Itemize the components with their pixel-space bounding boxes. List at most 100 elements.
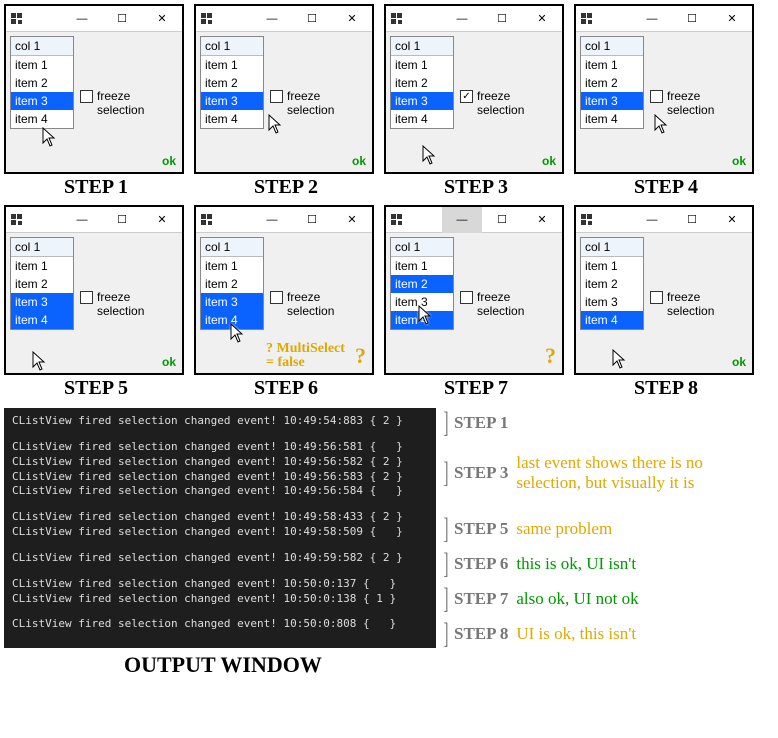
maximize-button[interactable]: ☐ (482, 207, 522, 233)
checkbox-box[interactable] (650, 291, 663, 304)
checkbox-box[interactable] (80, 291, 93, 304)
checkbox-box[interactable] (80, 90, 93, 103)
checkbox-box[interactable] (460, 291, 473, 304)
listview-item[interactable]: item 1 (11, 257, 73, 275)
maximize-button[interactable]: ☐ (292, 207, 332, 233)
listview[interactable]: col 1item 1item 2item 3item 4 (390, 36, 454, 129)
listview-item[interactable]: item 1 (581, 56, 643, 74)
terminal-line: CListView fired selection changed event!… (12, 592, 428, 607)
listview-item[interactable]: item 1 (391, 56, 453, 74)
listview-item[interactable]: item 4 (391, 110, 453, 128)
freeze-selection-checkbox[interactable]: ✓freezeselection (460, 90, 524, 118)
listview-item[interactable]: item 2 (391, 275, 453, 293)
minimize-button[interactable]: — (252, 6, 292, 32)
listview[interactable]: col 1item 1item 2item 3item 4 (10, 237, 74, 330)
listview-item[interactable]: item 2 (201, 275, 263, 293)
listview[interactable]: col 1item 1item 2item 3item 4 (10, 36, 74, 129)
window-step-7: —☐✕col 1item 1item 2item 3item 4freezese… (384, 205, 564, 375)
listview-item[interactable]: item 2 (11, 74, 73, 92)
listview-item[interactable]: item 4 (11, 311, 73, 329)
freeze-selection-checkbox[interactable]: freezeselection (650, 90, 714, 118)
listview-item[interactable]: item 2 (11, 275, 73, 293)
listview-item[interactable]: item 2 (391, 74, 453, 92)
freeze-selection-checkbox[interactable]: freezeselection (80, 291, 144, 319)
listview-header[interactable]: col 1 (11, 37, 73, 56)
listview-item[interactable]: item 4 (201, 311, 263, 329)
close-button[interactable]: ✕ (142, 207, 182, 233)
status-question: ? (355, 343, 366, 369)
minimize-button[interactable]: — (252, 207, 292, 233)
close-button[interactable]: ✕ (522, 207, 562, 233)
minimize-button[interactable]: — (442, 6, 482, 32)
listview-item[interactable]: item 3 (201, 293, 263, 311)
close-button[interactable]: ✕ (712, 207, 752, 233)
freeze-selection-checkbox[interactable]: freezeselection (460, 291, 524, 319)
listview-item[interactable]: item 4 (11, 110, 73, 128)
listview-item[interactable]: item 3 (201, 92, 263, 110)
listview-item[interactable]: item 3 (391, 92, 453, 110)
listview-item[interactable]: item 1 (201, 257, 263, 275)
checkbox-box[interactable]: ✓ (460, 90, 473, 103)
listview-item[interactable]: item 1 (581, 257, 643, 275)
listview-item[interactable]: item 2 (581, 74, 643, 92)
freeze-selection-checkbox[interactable]: freezeselection (80, 90, 144, 118)
maximize-button[interactable]: ☐ (102, 207, 142, 233)
anno-note: this is ok, UI isn't (516, 554, 636, 574)
listview-item[interactable]: item 4 (581, 311, 643, 329)
maximize-button[interactable]: ☐ (672, 6, 712, 32)
listview-header[interactable]: col 1 (581, 238, 643, 257)
listview-item[interactable]: item 1 (201, 56, 263, 74)
listview-item[interactable]: item 4 (201, 110, 263, 128)
maximize-button[interactable]: ☐ (292, 6, 332, 32)
maximize-button[interactable]: ☐ (102, 6, 142, 32)
titlebar: —☐✕ (6, 207, 182, 233)
listview-header[interactable]: col 1 (391, 37, 453, 56)
status-question: ? (545, 343, 556, 369)
listview-header[interactable]: col 1 (391, 238, 453, 257)
close-button[interactable]: ✕ (522, 6, 562, 32)
listview-item[interactable]: item 3 (581, 92, 643, 110)
checkbox-box[interactable] (270, 90, 283, 103)
listview[interactable]: col 1item 1item 2item 3item 4 (580, 237, 644, 330)
listview-header[interactable]: col 1 (581, 37, 643, 56)
listview-item[interactable]: item 2 (581, 275, 643, 293)
titlebar: —☐✕ (386, 207, 562, 233)
listview[interactable]: col 1item 1item 2item 3item 4 (200, 237, 264, 330)
app-icon (576, 214, 598, 226)
close-button[interactable]: ✕ (332, 6, 372, 32)
listview-item[interactable]: item 2 (201, 74, 263, 92)
listview[interactable]: col 1item 1item 2item 3item 4 (580, 36, 644, 129)
listview-item[interactable]: item 3 (11, 293, 73, 311)
freeze-selection-checkbox[interactable]: freezeselection (650, 291, 714, 319)
listview-item[interactable]: item 1 (391, 257, 453, 275)
status-ok: ok (162, 355, 176, 369)
listview-item[interactable]: item 3 (581, 293, 643, 311)
close-button[interactable]: ✕ (142, 6, 182, 32)
listview-item[interactable]: item 3 (391, 293, 453, 311)
checkbox-box[interactable] (650, 90, 663, 103)
freeze-selection-checkbox[interactable]: freezeselection (270, 90, 334, 118)
freeze-selection-checkbox[interactable]: freezeselection (270, 291, 334, 319)
maximize-button[interactable]: ☐ (672, 207, 712, 233)
minimize-button[interactable]: — (632, 6, 672, 32)
listview[interactable]: col 1item 1item 2item 3item 4 (200, 36, 264, 129)
listview-header[interactable]: col 1 (201, 238, 263, 257)
minimize-button[interactable]: — (632, 207, 672, 233)
cursor-icon (612, 349, 626, 369)
listview-item[interactable]: item 1 (11, 56, 73, 74)
listview-item[interactable]: item 3 (11, 92, 73, 110)
minimize-button[interactable]: — (62, 207, 102, 233)
close-button[interactable]: ✕ (332, 207, 372, 233)
checkbox-box[interactable] (270, 291, 283, 304)
cursor-icon (422, 145, 436, 165)
minimize-button[interactable]: — (442, 207, 482, 233)
listview-item[interactable]: item 4 (391, 311, 453, 329)
close-button[interactable]: ✕ (712, 6, 752, 32)
minimize-button[interactable]: — (62, 6, 102, 32)
listview-item[interactable]: item 4 (581, 110, 643, 128)
terminal-line: CListView fired selection changed event!… (12, 470, 428, 485)
listview-header[interactable]: col 1 (11, 238, 73, 257)
listview[interactable]: col 1item 1item 2item 3item 4 (390, 237, 454, 330)
maximize-button[interactable]: ☐ (482, 6, 522, 32)
listview-header[interactable]: col 1 (201, 37, 263, 56)
